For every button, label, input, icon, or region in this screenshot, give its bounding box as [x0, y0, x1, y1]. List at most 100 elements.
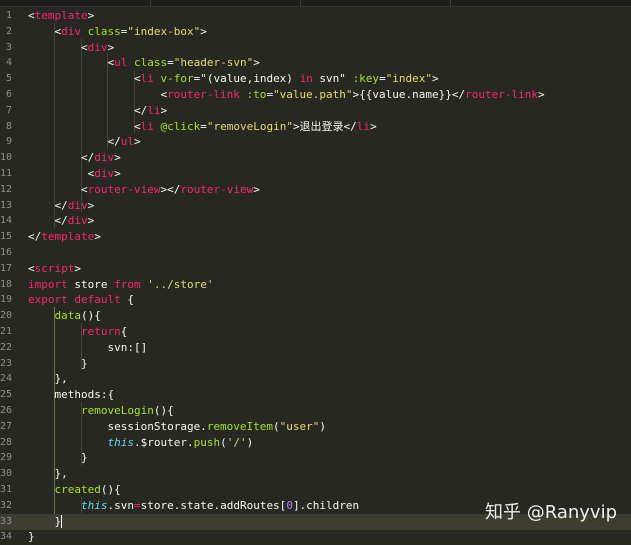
code-line[interactable]: 2 <div class="index-box">	[0, 24, 631, 40]
code-line[interactable]: 8 <li @click="removeLogin">退出登录</li>	[0, 119, 631, 135]
code-line[interactable]: 10 </div>	[0, 150, 631, 166]
code-text: },	[28, 466, 67, 482]
code-line[interactable]: 23 }	[0, 356, 631, 372]
code-text: <template>	[28, 8, 94, 24]
code-token: </	[28, 230, 42, 244]
code-line[interactable]: 25 methods:{	[0, 387, 631, 403]
code-token: }	[28, 530, 35, 544]
code-token: ].children	[292, 498, 360, 512]
code-token: <	[28, 9, 35, 22]
code-line[interactable]: 18 import store from '../store'	[0, 277, 631, 293]
line-number: 30	[0, 468, 12, 480]
code-token: router-view	[87, 182, 161, 196]
code-line[interactable]: 34}	[0, 529, 631, 545]
code-line[interactable]: 5 <li v-for="(value,index) in svn" :key=…	[0, 71, 631, 87]
code-line[interactable]: 31 created(){	[0, 482, 631, 498]
code-token: )	[246, 435, 254, 449]
code-token: >	[87, 198, 95, 212]
code-token: >	[133, 135, 141, 149]
code-line[interactable]: 29 }	[0, 450, 631, 466]
code-text: }	[28, 529, 35, 545]
line-number: 19	[0, 294, 12, 306]
code-token: div	[67, 214, 88, 228]
code-text: sessionStorage.removeItem("user")	[28, 419, 326, 435]
code-line[interactable]: 3 <div>	[0, 40, 631, 56]
line-number: 2	[5, 25, 12, 37]
code-line[interactable]: 22 svn:[]	[0, 340, 631, 356]
code-token: </	[28, 135, 121, 149]
line-number: 13	[0, 199, 12, 211]
code-token: return	[80, 325, 121, 338]
code-token: <	[28, 24, 62, 38]
line-number: 3	[5, 41, 12, 53]
line-number: 21	[0, 326, 12, 337]
line-number: 28	[0, 436, 12, 448]
code-token: >	[370, 119, 377, 133]
code-token: div	[67, 198, 88, 212]
code-token: in	[299, 72, 313, 86]
code-text: </li>	[28, 103, 167, 119]
code-token: li	[356, 119, 371, 133]
code-token: :to	[246, 88, 267, 101]
code-token: <	[28, 72, 141, 86]
code-line[interactable]: 17 <script>	[0, 261, 631, 277]
code-token: }	[28, 514, 62, 528]
code-line[interactable]: 28 this.$router.push('/')	[0, 435, 631, 451]
code-token: <	[28, 56, 115, 70]
code-token: =	[200, 119, 207, 133]
code-line[interactable]: 14 </div>	[0, 213, 631, 229]
code-line[interactable]: 11 <div>	[0, 166, 631, 182]
code-token: (	[220, 435, 227, 449]
line-number: 29	[0, 452, 12, 464]
code-line[interactable]: 9 </ul>	[0, 134, 631, 150]
code-line[interactable]: 15 </template>	[0, 229, 631, 245]
code-token: (	[273, 419, 280, 433]
code-token: div	[94, 151, 115, 165]
code-editor[interactable]: 1 <template> 2 <div class="index-box"> 3 <d…	[0, 6, 631, 543]
code-token: script	[34, 261, 75, 275]
code-token: </	[28, 214, 68, 228]
code-line[interactable]: 4 <ul class="header-svn">	[0, 55, 631, 71]
code-token: methods:{	[28, 388, 115, 402]
code-token: (){	[100, 483, 121, 496]
code-token: =	[133, 498, 141, 512]
code-token: div	[87, 40, 108, 54]
code-line[interactable]: 20 data(){	[0, 308, 631, 324]
line-number: 17	[0, 262, 12, 274]
line-number: 6	[5, 89, 12, 100]
line-number: 1	[5, 10, 12, 21]
code-line[interactable]: 16	[0, 245, 631, 261]
code-token: {	[120, 325, 128, 338]
code-token: >	[160, 103, 168, 117]
line-number: 26	[0, 405, 12, 416]
code-line[interactable]: 26 removeLogin(){	[0, 403, 631, 419]
code-token: },	[28, 372, 68, 386]
code-line[interactable]: 12 <router-view></router-view>	[0, 182, 631, 198]
code-line[interactable]: 7 </li>	[0, 103, 631, 119]
code-line[interactable]: 21 return{	[0, 324, 631, 340]
line-number: 18	[0, 278, 12, 290]
line-number: 15	[0, 231, 12, 243]
code-line[interactable]: 6 <router-link :to="value.path">{{value.…	[0, 87, 631, 103]
code-token: ="(value,index)	[193, 72, 300, 86]
code-token: >	[253, 56, 260, 70]
code-token: >退出登录</	[292, 119, 357, 133]
code-token: <	[28, 40, 88, 54]
code-token: >	[94, 230, 101, 244]
code-line[interactable]: 24 },	[0, 371, 631, 387]
code-text: <div>	[28, 40, 114, 56]
code-token: div	[61, 24, 81, 38]
code-text: <ul class="header-svn">	[28, 55, 260, 71]
code-token: >	[87, 9, 95, 22]
code-line[interactable]: 19 export default {	[0, 292, 631, 308]
code-token: router-link	[167, 88, 240, 101]
code-line[interactable]: 13 </div>	[0, 198, 631, 214]
code-token: export	[28, 293, 68, 307]
code-line[interactable]: 27 sessionStorage.removeItem("user")	[0, 419, 631, 435]
code-line[interactable]: 1 <template>	[0, 8, 631, 24]
code-token: <	[28, 167, 95, 180]
code-line[interactable]: 30 },	[0, 466, 631, 482]
